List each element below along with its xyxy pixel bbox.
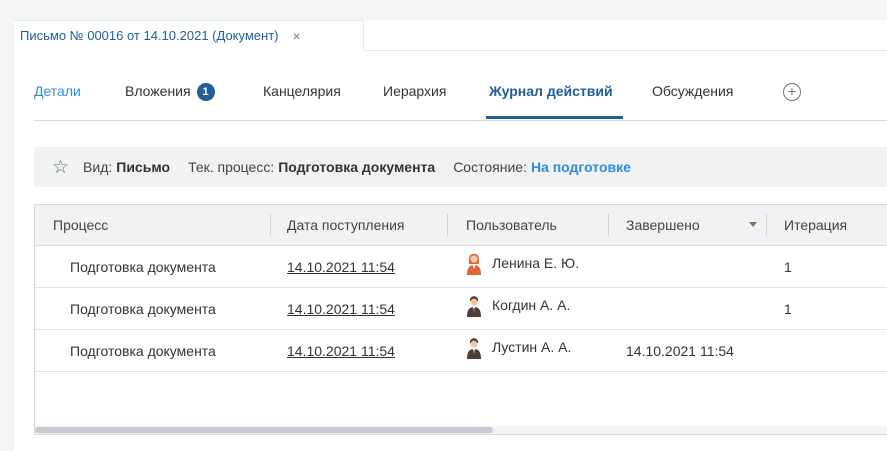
table-header: Процесс Дата поступления Пользователь За… [35,205,887,246]
completed-cell: 14.10.2021 11:54 [626,343,734,359]
process-cell: Подготовка документа [70,301,216,317]
scrollbar-thumb[interactable] [35,427,493,433]
date-link[interactable]: 14.10.2021 11:54 [287,343,395,359]
column-header-process[interactable]: Процесс [53,217,108,233]
document-info-bar: ☆ Вид: Письмо Тек. процесс: Подготовка д… [34,147,887,187]
date-link[interactable]: 14.10.2021 11:54 [287,259,395,275]
tab-attachments-label: Вложения [125,83,191,99]
kind-label: Вид: [83,159,113,175]
left-background [0,0,14,451]
sort-dropdown-icon[interactable] [749,222,757,227]
top-background [0,0,887,20]
column-header-iteration[interactable]: Итерация [784,217,847,233]
process-label: Тек. процесс: [188,159,275,175]
add-tab-icon[interactable]: + [783,83,801,101]
state-label: Состояние: [453,159,527,175]
table-row[interactable]: Подготовка документа 14.10.2021 11:54 Лу… [35,330,887,372]
process-value: Подготовка документа [278,159,436,175]
iteration-cell: 1 [784,301,792,317]
attachments-count-badge: 1 [196,83,215,101]
table-row[interactable]: Подготовка документа 14.10.2021 11:54 Ко… [35,288,887,330]
user-name: Лустин А. А. [492,339,572,355]
star-icon[interactable]: ☆ [52,156,69,179]
male-user-icon [467,296,481,317]
process-cell: Подготовка документа [70,343,216,359]
user-cell: Лустин А. А. [466,335,571,359]
state-value[interactable]: На подготовке [531,159,631,175]
active-tab-indicator [486,116,623,119]
column-separator[interactable] [608,214,609,236]
tab-hierarchy[interactable]: Иерархия [383,83,446,99]
process-cell: Подготовка документа [70,259,216,275]
column-header-user[interactable]: Пользователь [466,217,557,233]
tab-action-log[interactable]: Журнал действий [489,83,613,99]
user-name: Ленина Е. Ю. [492,255,580,271]
table-row[interactable]: Подготовка документа 14.10.2021 11:54 Ле… [35,246,887,288]
tab-details[interactable]: Детали [34,83,81,99]
tab-bar: Детали Вложения 1 Канцелярия Иерархия Жур… [34,70,887,121]
actions-table: Процесс Дата поступления Пользователь За… [34,204,887,435]
user-cell: Ленина Е. Ю. [466,251,579,275]
column-separator[interactable] [270,214,271,236]
horizontal-scrollbar[interactable] [35,426,887,434]
column-header-date[interactable]: Дата поступления [287,217,405,233]
user-cell: Когдин А. А. [466,293,570,317]
document-tab-divider [364,50,887,51]
tab-office[interactable]: Канцелярия [263,83,341,99]
user-name: Когдин А. А. [492,297,571,313]
female-user-icon [467,253,481,275]
male-user-icon [467,338,481,359]
close-icon[interactable]: × [293,28,301,44]
date-link[interactable]: 14.10.2021 11:54 [287,301,395,317]
iteration-cell: 1 [784,259,792,275]
document-tab-title: Письмо № 00016 от 14.10.2021 (Документ) [20,28,279,43]
kind-value: Письмо [116,159,171,175]
column-header-completed[interactable]: Завершено [626,217,700,233]
document-tab[interactable]: Письмо № 00016 от 14.10.2021 (Документ) … [14,20,364,50]
column-separator[interactable] [766,214,767,236]
column-separator[interactable] [447,214,448,236]
tab-attachments[interactable]: Вложения 1 [125,83,215,101]
tab-discussions[interactable]: Обсуждения [652,83,733,99]
